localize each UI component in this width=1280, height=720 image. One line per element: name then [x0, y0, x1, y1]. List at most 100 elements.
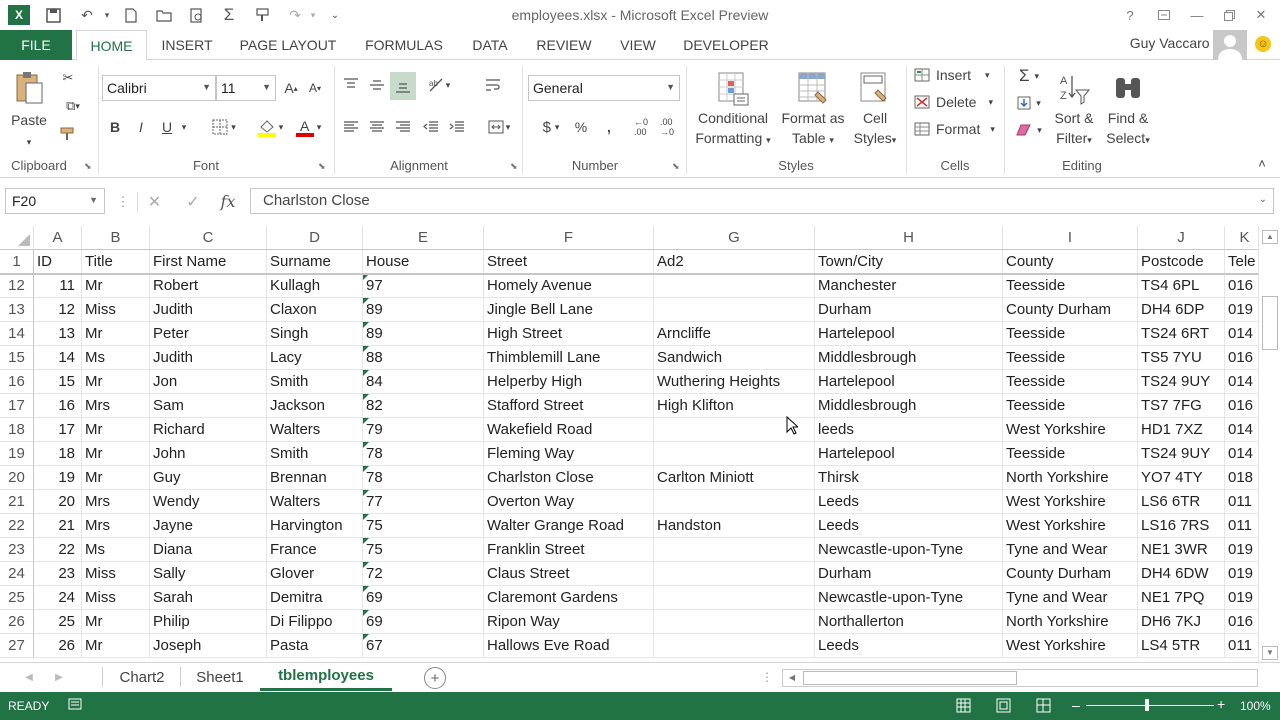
- table-cell[interactable]: Hartelepool: [815, 322, 1003, 346]
- row-header[interactable]: 16: [0, 370, 34, 394]
- paste-icon[interactable]: [12, 68, 46, 108]
- table-cell[interactable]: County Durham: [1003, 562, 1138, 586]
- table-cell[interactable]: 19: [34, 466, 82, 490]
- table-cell[interactable]: Jayne: [150, 514, 267, 538]
- table-cell[interactable]: Homely Avenue: [484, 274, 654, 298]
- number-launcher-icon[interactable]: ⬊: [672, 161, 680, 172]
- cell-styles-icon[interactable]: [858, 70, 892, 108]
- table-cell[interactable]: Ripon Way: [484, 610, 654, 634]
- column-header-g[interactable]: G: [654, 226, 815, 250]
- table-cell[interactable]: 016: [1225, 394, 1258, 418]
- table-cell[interactable]: Helperby High: [484, 370, 654, 394]
- page-layout-view-icon[interactable]: [996, 698, 1012, 714]
- table-cell[interactable]: Tyne and Wear: [1003, 538, 1138, 562]
- table-cell[interactable]: Mr: [82, 610, 150, 634]
- table-cell[interactable]: 78: [363, 466, 484, 490]
- table-cell[interactable]: Wakefield Road: [484, 418, 654, 442]
- header-cell[interactable]: Surname: [267, 250, 363, 274]
- column-header-b[interactable]: B: [82, 226, 150, 250]
- table-cell[interactable]: 15: [34, 370, 82, 394]
- table-cell[interactable]: NE1 3WR: [1138, 538, 1225, 562]
- table-cell[interactable]: Sandwich: [654, 346, 815, 370]
- table-cell[interactable]: 22: [34, 538, 82, 562]
- table-cell[interactable]: Newcastle-upon-Tyne: [815, 538, 1003, 562]
- table-cell[interactable]: North Yorkshire: [1003, 466, 1138, 490]
- align-middle-icon[interactable]: [368, 74, 386, 96]
- minimize-icon[interactable]: —: [1185, 4, 1209, 26]
- table-cell[interactable]: 89: [363, 322, 484, 346]
- clear-icon[interactable]: ▾: [1012, 120, 1046, 140]
- table-cell[interactable]: Thimblemill Lane: [484, 346, 654, 370]
- table-cell[interactable]: LS4 5TR: [1138, 634, 1225, 658]
- column-header-h[interactable]: H: [815, 226, 1003, 250]
- worksheet-grid[interactable]: A B C D E F G H I J K 1 ID Title First Name Surname Hous…: [0, 226, 1258, 662]
- table-cell[interactable]: Philip: [150, 610, 267, 634]
- column-header-d[interactable]: D: [267, 226, 363, 250]
- table-cell[interactable]: France: [267, 538, 363, 562]
- table-cell[interactable]: Teesside: [1003, 370, 1138, 394]
- conditional-formatting-icon[interactable]: [716, 70, 752, 108]
- prev-sheet-icon[interactable]: ◀: [22, 669, 36, 685]
- table-cell[interactable]: 014: [1225, 322, 1258, 346]
- scroll-up-arrow-icon[interactable]: ▲: [1262, 230, 1278, 244]
- ribbon-display-options-icon[interactable]: [1152, 4, 1176, 26]
- table-cell[interactable]: 26: [34, 634, 82, 658]
- tab-view[interactable]: VIEW: [610, 30, 666, 60]
- insert-cells-button[interactable]: Insert ▾: [914, 67, 990, 83]
- table-cell[interactable]: Peter: [150, 322, 267, 346]
- table-cell[interactable]: Wendy: [150, 490, 267, 514]
- horizontal-scroll-thumb[interactable]: [803, 671, 1017, 685]
- font-size-box[interactable]: 11 ▼: [216, 75, 276, 101]
- table-cell[interactable]: 21: [34, 514, 82, 538]
- close-icon[interactable]: ✕: [1249, 4, 1273, 26]
- row-header[interactable]: 12: [0, 274, 34, 298]
- table-cell[interactable]: TS24 9UY: [1138, 442, 1225, 466]
- table-cell[interactable]: Walters: [267, 418, 363, 442]
- table-cell[interactable]: Mr: [82, 322, 150, 346]
- table-cell[interactable]: TS4 6PL: [1138, 274, 1225, 298]
- tab-insert[interactable]: INSERT: [152, 30, 222, 60]
- help-icon[interactable]: ?: [1118, 4, 1142, 26]
- table-cell[interactable]: Sally: [150, 562, 267, 586]
- table-cell[interactable]: Mrs: [82, 514, 150, 538]
- table-cell[interactable]: 17: [34, 418, 82, 442]
- table-cell[interactable]: HD1 7XZ: [1138, 418, 1225, 442]
- table-cell[interactable]: High Klifton: [654, 394, 815, 418]
- row-header[interactable]: 23: [0, 538, 34, 562]
- table-cell[interactable]: Brennan: [267, 466, 363, 490]
- table-cell[interactable]: 82: [363, 394, 484, 418]
- table-cell[interactable]: 79: [363, 418, 484, 442]
- feedback-smiley-icon[interactable]: ☺: [1255, 36, 1271, 52]
- header-cell[interactable]: Postcode: [1138, 250, 1225, 274]
- table-cell[interactable]: 69: [363, 610, 484, 634]
- row-header[interactable]: 24: [0, 562, 34, 586]
- table-cell[interactable]: Smith: [267, 442, 363, 466]
- table-cell[interactable]: DH4 6DW: [1138, 562, 1225, 586]
- table-cell[interactable]: Jingle Bell Lane: [484, 298, 654, 322]
- format-as-table-button[interactable]: Format as Table ▾: [776, 108, 850, 150]
- font-name-box[interactable]: Calibri ▼: [102, 75, 216, 101]
- table-cell[interactable]: Charlston Close: [484, 466, 654, 490]
- table-cell[interactable]: Teesside: [1003, 442, 1138, 466]
- align-right-icon[interactable]: [394, 116, 412, 138]
- table-cell[interactable]: Stafford Street: [484, 394, 654, 418]
- table-cell[interactable]: [654, 442, 815, 466]
- zoom-out-icon[interactable]: –: [1072, 697, 1080, 713]
- increase-font-icon[interactable]: A ▴: [282, 78, 300, 98]
- table-cell[interactable]: 014: [1225, 442, 1258, 466]
- table-cell[interactable]: 77: [363, 490, 484, 514]
- table-cell[interactable]: County Durham: [1003, 298, 1138, 322]
- table-cell[interactable]: NE1 7PQ: [1138, 586, 1225, 610]
- collapse-ribbon-icon[interactable]: ˄: [1252, 154, 1272, 172]
- table-cell[interactable]: 12: [34, 298, 82, 322]
- increase-indent-icon[interactable]: [448, 116, 466, 138]
- table-cell[interactable]: North Yorkshire: [1003, 610, 1138, 634]
- decrease-font-icon[interactable]: A ▾: [306, 78, 324, 98]
- table-cell[interactable]: Singh: [267, 322, 363, 346]
- find-select-button[interactable]: Find & Select▾: [1098, 108, 1158, 150]
- cut-icon[interactable]: ✂: [58, 68, 78, 88]
- table-cell[interactable]: 019: [1225, 538, 1258, 562]
- table-cell[interactable]: Teesside: [1003, 346, 1138, 370]
- table-cell[interactable]: 89: [363, 298, 484, 322]
- table-cell[interactable]: [654, 586, 815, 610]
